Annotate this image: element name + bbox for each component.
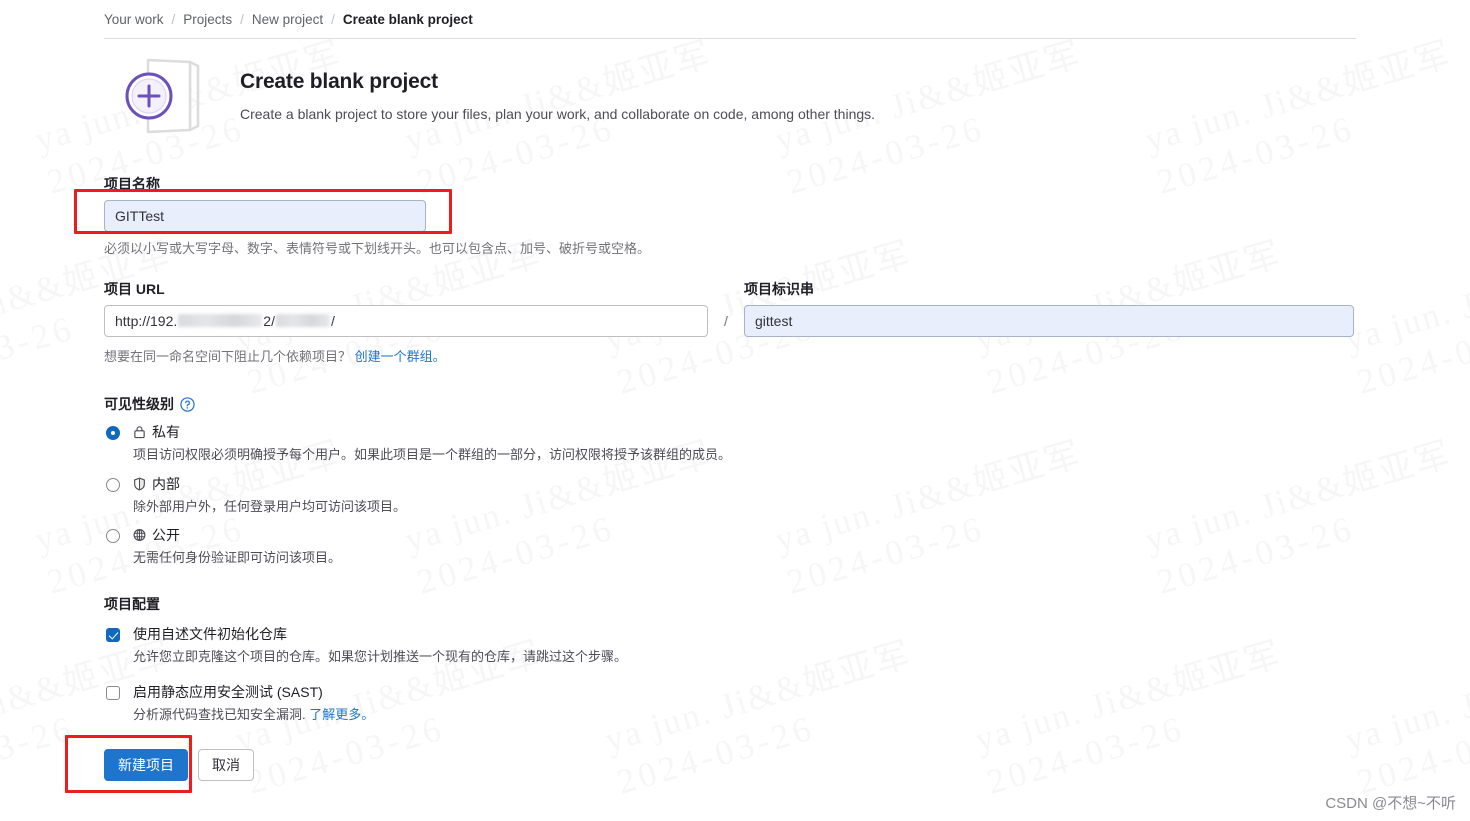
watermark-tile: ya jun. Ji&&姬亚军2024-03-26 bbox=[0, 0, 189, 4]
visibility-option-internal[interactable]: 内部 除外部用户外，任何登录用户均可访问该项目。 bbox=[104, 475, 1356, 517]
create-blank-project-page: ya jun. Ji&&姬亚军 2024-03-26 ya jun. Ji&&姬亚军… bbox=[0, 0, 1470, 821]
configuration-section: 项目配置 使用自述文件初始化仓库 允许您立即克隆这个项目的仓库。如果您计划推送一… bbox=[104, 594, 1356, 725]
visibility-section: 可见性级别 私有 项目访问权限必须明确授予每个用户。如果此项目是一个群组的一部分… bbox=[104, 394, 1356, 568]
visibility-radio-public[interactable] bbox=[106, 529, 120, 543]
watermark-line-2: 2024-03-26 bbox=[982, 0, 1299, 4]
config-option-body: 启用静态应用安全测试 (SAST) 分析源代码查找已知安全漏洞. 了解更多。 bbox=[133, 683, 374, 725]
config-option-desc: 分析源代码查找已知安全漏洞. 了解更多。 bbox=[133, 705, 374, 725]
config-checkbox-sast[interactable] bbox=[106, 686, 120, 700]
project-name-hint: 必须以小写或大写字母、数字、表情符号或下划线开头。也可以包含点、加号、破折号或空… bbox=[104, 241, 651, 256]
breadcrumb-separator: / bbox=[240, 11, 244, 27]
config-option-sast[interactable]: 启用静态应用安全测试 (SAST) 分析源代码查找已知安全漏洞. 了解更多。 bbox=[104, 683, 1356, 725]
watermark-tile: ya jun. Ji&&姬亚军2024-03-26 bbox=[230, 0, 559, 4]
visibility-option-title: 私有 bbox=[133, 423, 1356, 441]
visibility-option-private[interactable]: 私有 项目访问权限必须明确授予每个用户。如果此项目是一个群组的一部分，访问权限将… bbox=[104, 423, 1356, 465]
breadcrumb-item-projects[interactable]: Projects bbox=[183, 12, 232, 27]
project-name-input[interactable] bbox=[104, 200, 426, 232]
form-actions: 新建项目 取消 bbox=[65, 734, 1356, 793]
breadcrumb-separator: / bbox=[331, 11, 335, 27]
question-circle-icon[interactable] bbox=[180, 396, 195, 412]
config-option-body: 使用自述文件初始化仓库 允许您立即克隆这个项目的仓库。如果您计划推送一个现有的仓… bbox=[133, 625, 627, 667]
breadcrumb-item-new-project[interactable]: New project bbox=[252, 12, 323, 27]
project-url-label: 项目 URL bbox=[104, 280, 165, 297]
visibility-option-title: 公开 bbox=[133, 526, 1356, 544]
visibility-option-title: 内部 bbox=[133, 475, 1356, 493]
visibility-option-public[interactable]: 公开 无需任何身份验证即可访问该项目。 bbox=[104, 526, 1356, 568]
lock-icon bbox=[133, 425, 146, 439]
visibility-option-label: 公开 bbox=[152, 527, 180, 543]
watermark-line-1: ya jun. Ji&&姬亚军 bbox=[1340, 634, 1470, 760]
watermark-line-1: ya jun. Ji&&姬亚军 bbox=[1340, 234, 1470, 360]
visibility-option-desc: 项目访问权限必须明确授予每个用户。如果此项目是一个群组的一部分，访问权限将授予该… bbox=[133, 447, 732, 462]
project-name-input-wrap bbox=[74, 189, 452, 234]
watermark-line-2: 2024-03-26 bbox=[242, 0, 559, 4]
project-url-hint-text: 想要在同一命名空间下阻止几个依赖项目？ bbox=[104, 348, 352, 364]
visibility-option-body: 私有 项目访问权限必须明确授予每个用户。如果此项目是一个群组的一部分，访问权限将… bbox=[133, 423, 1356, 465]
project-name-field-group: 项目名称 必须以小写或大写字母、数字、表情符号或下划线开头。也可以包含点、加号、… bbox=[74, 174, 1356, 259]
breadcrumb-divider bbox=[104, 38, 1356, 39]
watermark-line-2: 2024-03-26 bbox=[1352, 307, 1470, 402]
config-option-desc-text: 分析源代码查找已知安全漏洞. bbox=[133, 707, 310, 722]
csdn-watermark: CSDN @不想~不听 bbox=[1325, 795, 1456, 812]
visibility-radio-private[interactable] bbox=[106, 426, 120, 440]
project-url-suffix: / bbox=[330, 312, 335, 329]
watermark-line-2: 2024-03-26 bbox=[0, 0, 189, 4]
visibility-option-label: 内部 bbox=[152, 475, 180, 492]
config-option-desc: 允许您立即克隆这个项目的仓库。如果您计划推送一个现有的仓库，请跳过这个步骤。 bbox=[133, 648, 628, 664]
project-url-column: 项目 URL http://192. 2/ / bbox=[104, 279, 708, 337]
config-checkbox-readme[interactable] bbox=[106, 627, 120, 642]
visibility-label: 可见性级别 bbox=[104, 396, 174, 412]
visibility-option-desc: 无需任何身份验证即可访问该项目。 bbox=[133, 550, 342, 565]
config-option-readme[interactable]: 使用自述文件初始化仓库 允许您立即克隆这个项目的仓库。如果您计划推送一个现有的仓… bbox=[104, 625, 1356, 667]
breadcrumb-wrap: Your work / Projects / New project / Cre… bbox=[104, 8, 1356, 30]
cancel-button[interactable]: 取消 bbox=[198, 748, 254, 781]
breadcrumb-item-create-blank-project: Create blank project bbox=[342, 11, 473, 27]
blank-project-plus-icon bbox=[118, 56, 206, 136]
project-url-redacted-namespace bbox=[275, 314, 330, 327]
project-url-row: 项目 URL http://192. 2/ / / 项目标识串 bbox=[104, 279, 1356, 337]
watermark-tile: ya jun. Ji&&姬亚军2024-03-26 bbox=[600, 0, 929, 4]
project-name-label: 项目名称 bbox=[104, 176, 160, 192]
watermark-tile: ya jun. Ji&&姬亚军2024-03-26 bbox=[1340, 233, 1470, 404]
page-title: Create blank project bbox=[240, 70, 438, 93]
project-slug-input[interactable] bbox=[744, 304, 1354, 337]
configuration-label: 项目配置 bbox=[104, 595, 160, 612]
visibility-option-desc: 除外部用户外，任何登录用户均可访问该项目。 bbox=[133, 498, 407, 514]
breadcrumb: Your work / Projects / New project / Cre… bbox=[104, 8, 1356, 30]
watermark-line-2: 2024-03-26 bbox=[612, 0, 929, 4]
visibility-option-body: 公开 无需任何身份验证即可访问该项目。 bbox=[133, 526, 1356, 568]
watermark-line-2: 2024-03-26 bbox=[1352, 707, 1470, 802]
header-text-block: Create blank project Create a blank proj… bbox=[206, 56, 875, 122]
url-slug-separator: / bbox=[724, 312, 728, 329]
watermark-line-2: 2024-03-26 bbox=[1352, 0, 1470, 4]
create-group-link[interactable]: 创建一个群组。 bbox=[355, 349, 446, 364]
visibility-option-body: 内部 除外部用户外，任何登录用户均可访问该项目。 bbox=[133, 475, 1356, 517]
create-project-button[interactable]: 新建项目 bbox=[104, 748, 188, 781]
watermark-tile: ya jun. Ji&&姬亚军2024-03-26 bbox=[1340, 633, 1470, 804]
breadcrumb-separator: / bbox=[171, 11, 176, 27]
project-url-input[interactable]: http://192. 2/ / bbox=[104, 304, 708, 337]
sast-learn-more-link[interactable]: 了解更多。 bbox=[309, 707, 374, 722]
project-url-middle: 2/ bbox=[263, 312, 275, 329]
config-option-label: 使用自述文件初始化仓库 bbox=[133, 625, 287, 642]
visibility-radio-internal[interactable] bbox=[106, 477, 120, 492]
project-url-prefix: http://192. bbox=[115, 312, 178, 329]
shield-icon bbox=[133, 477, 146, 491]
watermark-tile: ya jun. Ji&&姬亚军2024-03-26 bbox=[1340, 0, 1470, 4]
project-slug-label: 项目标识串 bbox=[744, 280, 814, 297]
config-option-label: 启用静态应用安全测试 (SAST) bbox=[133, 684, 323, 700]
project-url-hint: 想要在同一命名空间下阻止几个依赖项目？ 创建一个群组。 bbox=[104, 347, 1356, 367]
main-content: Create blank project Create a blank proj… bbox=[65, 56, 1356, 793]
page-header: Create blank project Create a blank proj… bbox=[104, 56, 1356, 144]
project-url-redacted-host bbox=[178, 314, 263, 327]
project-slug-column: 项目标识串 bbox=[744, 279, 1354, 337]
page-subtitle: Create a blank project to store your fil… bbox=[240, 106, 876, 122]
visibility-header: 可见性级别 bbox=[104, 394, 1356, 414]
watermark-tile: ya jun. Ji&&姬亚军2024-03-26 bbox=[970, 0, 1299, 4]
breadcrumb-item-your-work[interactable]: Your work bbox=[104, 12, 164, 27]
visibility-option-label: 私有 bbox=[152, 424, 180, 440]
globe-icon bbox=[133, 528, 146, 542]
